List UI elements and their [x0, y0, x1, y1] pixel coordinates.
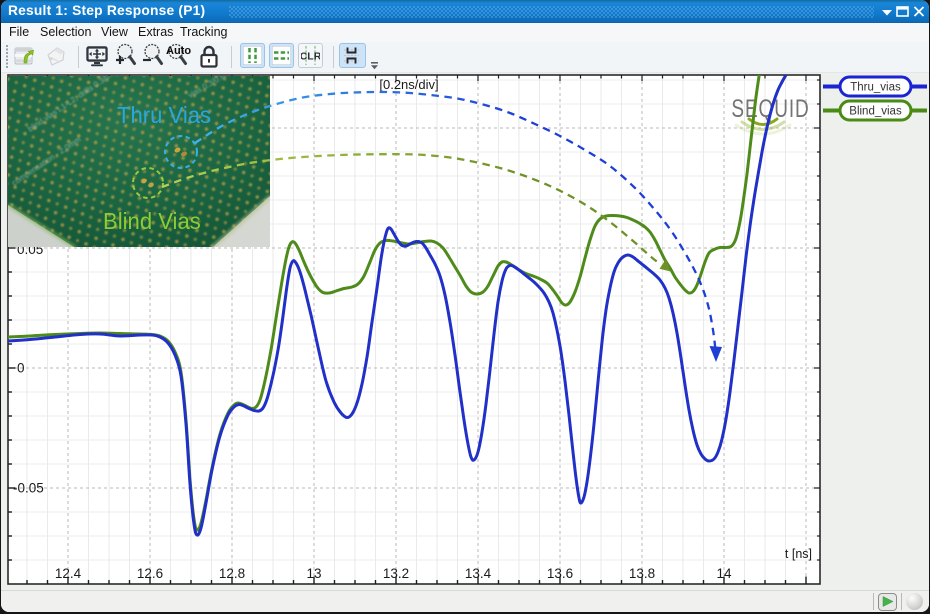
- svg-text:Thru_vias: Thru_vias: [850, 82, 901, 94]
- svg-text:13.6: 13.6: [547, 566, 573, 581]
- svg-text:Thru Vias: Thru Vias: [117, 101, 211, 128]
- svg-text:13.2: 13.2: [383, 566, 409, 581]
- svg-text:-0.05: -0.05: [13, 481, 44, 496]
- svg-text:t [ns]: t [ns]: [785, 547, 812, 561]
- svg-text:13.8: 13.8: [629, 566, 655, 581]
- svg-text:Blind_vias: Blind_vias: [849, 106, 902, 118]
- svg-text:13: 13: [306, 566, 321, 581]
- svg-text:12.4: 12.4: [55, 566, 82, 581]
- svg-text:Blind Vias: Blind Vias: [103, 207, 201, 234]
- svg-text:0: 0: [17, 361, 25, 376]
- svg-text:[0.2ns/div]: [0.2ns/div]: [379, 77, 438, 92]
- svg-text:12.6: 12.6: [137, 566, 163, 581]
- svg-text:13.4: 13.4: [465, 566, 492, 581]
- svg-text:12.8: 12.8: [219, 566, 245, 581]
- svg-text:14: 14: [716, 566, 732, 581]
